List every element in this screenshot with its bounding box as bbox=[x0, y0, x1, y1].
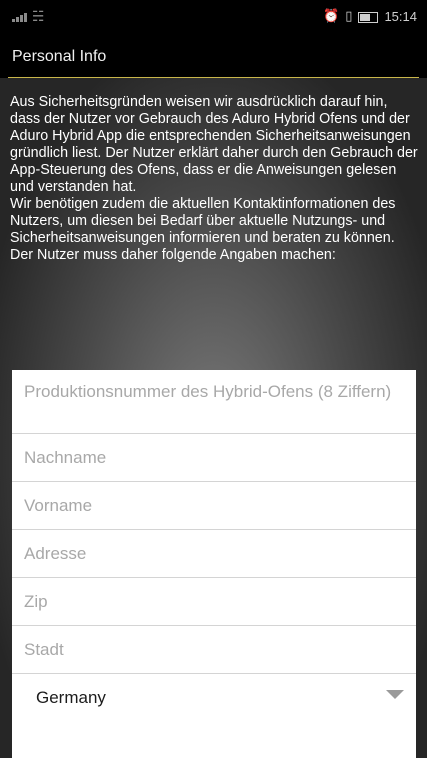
intro-text: Aus Sicherheitsgründen weisen wir ausdrü… bbox=[10, 94, 418, 263]
signal-icon bbox=[12, 9, 28, 25]
production-number-field[interactable]: Produktionsnummer des Hybrid-Ofens (8 Zi… bbox=[12, 370, 416, 434]
country-select[interactable]: Germany bbox=[12, 674, 416, 714]
firstname-placeholder: Vorname bbox=[24, 496, 93, 515]
lastname-field[interactable]: Nachname bbox=[12, 434, 416, 482]
address-placeholder: Adresse bbox=[24, 544, 87, 563]
wifi-icon: ☵ bbox=[32, 8, 45, 24]
lastname-placeholder: Nachname bbox=[24, 448, 107, 467]
status-icons: ⏰ ▯ 15:14 bbox=[323, 8, 417, 24]
status-bar: ☵ ⏰ ▯ 15:14 bbox=[0, 0, 427, 34]
zip-placeholder: Zip bbox=[24, 592, 48, 611]
firstname-field[interactable]: Vorname bbox=[12, 482, 416, 530]
production-number-placeholder: Produktionsnummer des Hybrid-Ofens (8 Zi… bbox=[24, 382, 392, 401]
app-header: Personal Info bbox=[0, 34, 427, 78]
main-content: Aus Sicherheitsgründen weisen wir ausdrü… bbox=[0, 78, 427, 758]
vibrate-icon: ▯ bbox=[345, 8, 353, 23]
personal-info-form: Produktionsnummer des Hybrid-Ofens (8 Zi… bbox=[12, 370, 416, 758]
alarm-icon: ⏰ bbox=[323, 8, 340, 23]
battery-icon bbox=[358, 11, 379, 23]
country-value: Germany bbox=[36, 688, 106, 707]
page-title: Personal Info bbox=[12, 48, 107, 65]
city-placeholder: Stadt bbox=[24, 640, 64, 659]
address-field[interactable]: Adresse bbox=[12, 530, 416, 578]
clock-text: 15:14 bbox=[384, 8, 417, 24]
signal-wifi-group: ☵ bbox=[12, 8, 45, 25]
zip-field[interactable]: Zip bbox=[12, 578, 416, 626]
chevron-down-icon[interactable] bbox=[386, 690, 404, 699]
city-field[interactable]: Stadt bbox=[12, 626, 416, 674]
